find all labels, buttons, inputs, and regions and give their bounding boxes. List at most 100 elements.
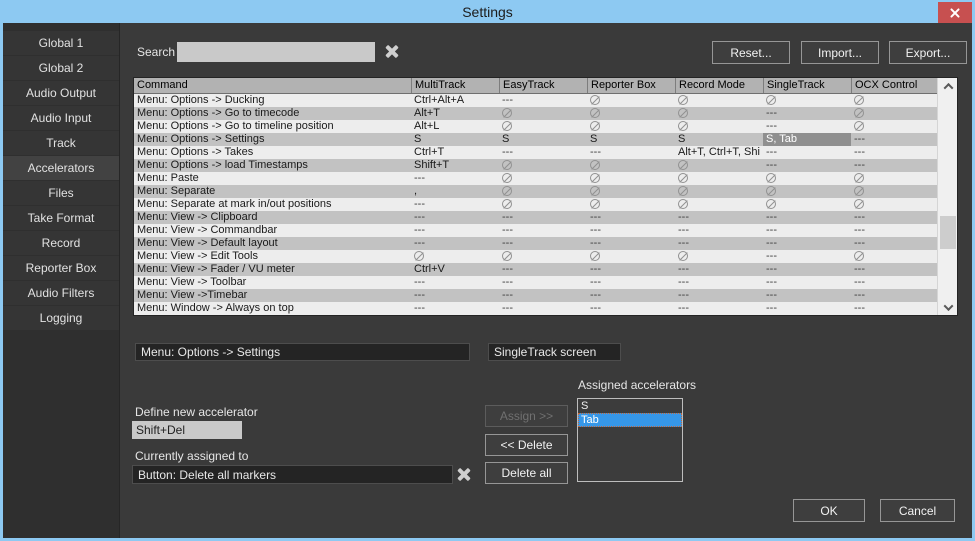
command-cell[interactable]: Menu: View -> Clipboard	[134, 211, 411, 224]
shortcut-cell[interactable]: Alt+T, Ctrl+T, Shi	[675, 146, 763, 159]
column-header-record-mode[interactable]: Record Mode	[675, 78, 763, 93]
command-cell[interactable]: Menu: Paste	[134, 172, 411, 185]
shortcut-cell[interactable]: ---	[499, 211, 587, 224]
shortcut-cell[interactable]	[587, 120, 675, 133]
command-cell[interactable]: Menu: View -> Toolbar	[134, 276, 411, 289]
column-header-reporter-box[interactable]: Reporter Box	[587, 78, 675, 93]
shortcut-cell[interactable]: S, Tab	[763, 133, 851, 146]
sidebar-item-take-format[interactable]: Take Format	[3, 206, 119, 230]
search-input[interactable]	[177, 42, 375, 62]
command-cell[interactable]: Menu: Separate	[134, 185, 411, 198]
shortcut-cell[interactable]: S	[499, 133, 587, 146]
sidebar-item-audio-filters[interactable]: Audio Filters	[3, 281, 119, 305]
shortcut-cell[interactable]	[499, 172, 587, 185]
table-row[interactable]: Menu: Separate,	[134, 185, 957, 198]
close-button[interactable]	[938, 2, 972, 23]
sidebar-item-global-2[interactable]: Global 2	[3, 56, 119, 80]
shortcut-cell[interactable]	[851, 185, 867, 198]
assigned-accelerator-item[interactable]: Tab	[578, 413, 682, 427]
shortcut-cell[interactable]: ---	[851, 133, 868, 146]
shortcut-cell[interactable]	[587, 159, 675, 172]
shortcut-cell[interactable]: ---	[587, 211, 675, 224]
shortcut-cell[interactable]	[587, 250, 675, 263]
reset-button[interactable]: Reset...	[712, 41, 790, 64]
shortcut-cell[interactable]	[675, 94, 763, 107]
delete-all-button[interactable]: Delete all	[485, 462, 568, 484]
table-row[interactable]: Menu: Options -> Go to timecodeAlt+T---	[134, 107, 957, 120]
command-cell[interactable]: Menu: Options -> Go to timeline position	[134, 120, 411, 133]
column-header-ocx-control[interactable]: OCX Control	[851, 78, 920, 93]
shortcut-cell[interactable]: ---	[851, 159, 868, 172]
shortcut-cell[interactable]	[763, 185, 851, 198]
shortcut-cell[interactable]: ---	[587, 237, 675, 250]
shortcut-cell[interactable]	[675, 172, 763, 185]
shortcut-cell[interactable]: ---	[675, 276, 763, 289]
shortcut-cell[interactable]	[675, 198, 763, 211]
command-cell[interactable]: Menu: View -> Edit Tools	[134, 250, 411, 263]
command-cell[interactable]: Menu: View -> Default layout	[134, 237, 411, 250]
shortcut-cell[interactable]: Ctrl+T	[411, 146, 499, 159]
sidebar-item-reporter-box[interactable]: Reporter Box	[3, 256, 119, 280]
table-row[interactable]: Menu: View -> Default layout------------…	[134, 237, 957, 250]
assigned-accelerators-list[interactable]: STab	[577, 398, 683, 482]
shortcut-cell[interactable]	[851, 107, 867, 120]
shortcut-cell[interactable]: ---	[587, 276, 675, 289]
shortcut-cell[interactable]: Ctrl+Alt+A	[411, 94, 499, 107]
shortcut-cell[interactable]	[851, 120, 867, 133]
shortcut-cell[interactable]: Ctrl+V	[411, 263, 499, 276]
table-row[interactable]: Menu: Window -> Always on top-----------…	[134, 302, 957, 315]
shortcut-cell[interactable]: Alt+L	[411, 120, 499, 133]
shortcut-cell[interactable]: ---	[411, 172, 499, 185]
shortcut-cell[interactable]: ---	[411, 198, 499, 211]
assigned-accelerator-item[interactable]: S	[578, 399, 682, 413]
shortcut-cell[interactable]: ,	[411, 185, 499, 198]
table-row[interactable]: Menu: View -> Clipboard-----------------…	[134, 211, 957, 224]
command-cell[interactable]: Menu: Options -> load Timestamps	[134, 159, 411, 172]
shortcut-cell[interactable]: ---	[763, 146, 851, 159]
scrollbar-thumb[interactable]	[940, 216, 956, 249]
table-row[interactable]: Menu: View ->Timebar------------------	[134, 289, 957, 302]
shortcut-cell[interactable]: ---	[411, 211, 499, 224]
shortcut-cell[interactable]	[675, 107, 763, 120]
shortcut-cell[interactable]: ---	[851, 289, 868, 302]
shortcut-cell[interactable]: S	[675, 133, 763, 146]
command-cell[interactable]: Menu: Options -> Takes	[134, 146, 411, 159]
shortcut-cell[interactable]	[675, 159, 763, 172]
shortcut-cell[interactable]: ---	[851, 211, 868, 224]
shortcut-cell[interactable]	[851, 172, 867, 185]
scroll-down-button[interactable]	[938, 299, 958, 315]
shortcut-cell[interactable]	[499, 107, 587, 120]
table-row[interactable]: Menu: View -> Toolbar------------------	[134, 276, 957, 289]
command-cell[interactable]: Menu: View -> Fader / VU meter	[134, 263, 411, 276]
shortcut-cell[interactable]	[499, 159, 587, 172]
column-header-singletrack[interactable]: SingleTrack	[763, 78, 851, 93]
shortcut-cell[interactable]: ---	[675, 289, 763, 302]
shortcut-cell[interactable]	[675, 120, 763, 133]
shortcut-cell[interactable]: ---	[411, 302, 499, 315]
shortcut-cell[interactable]: ---	[763, 211, 851, 224]
shortcut-cell[interactable]: ---	[675, 263, 763, 276]
shortcut-cell[interactable]	[763, 198, 851, 211]
shortcut-cell[interactable]: ---	[675, 211, 763, 224]
shortcut-cell[interactable]: ---	[851, 302, 868, 315]
shortcut-cell[interactable]: ---	[587, 146, 675, 159]
sidebar-item-audio-input[interactable]: Audio Input	[3, 106, 119, 130]
shortcut-cell[interactable]: ---	[851, 224, 868, 237]
shortcut-cell[interactable]	[499, 185, 587, 198]
shortcut-cell[interactable]	[499, 120, 587, 133]
cancel-button[interactable]: Cancel	[880, 499, 955, 522]
sidebar-item-track[interactable]: Track	[3, 131, 119, 155]
shortcut-cell[interactable]	[587, 185, 675, 198]
export-button[interactable]: Export...	[889, 41, 967, 64]
shortcut-cell[interactable]: ---	[675, 237, 763, 250]
shortcut-cell[interactable]: ---	[499, 263, 587, 276]
shortcut-cell[interactable]	[587, 198, 675, 211]
shortcut-cell[interactable]	[675, 250, 763, 263]
ok-button[interactable]: OK	[793, 499, 865, 522]
shortcut-cell[interactable]: S	[587, 133, 675, 146]
sidebar-item-record[interactable]: Record	[3, 231, 119, 255]
shortcut-cell[interactable]	[763, 172, 851, 185]
shortcut-cell[interactable]	[851, 250, 867, 263]
shortcut-cell[interactable]	[587, 94, 675, 107]
shortcut-cell[interactable]	[675, 185, 763, 198]
